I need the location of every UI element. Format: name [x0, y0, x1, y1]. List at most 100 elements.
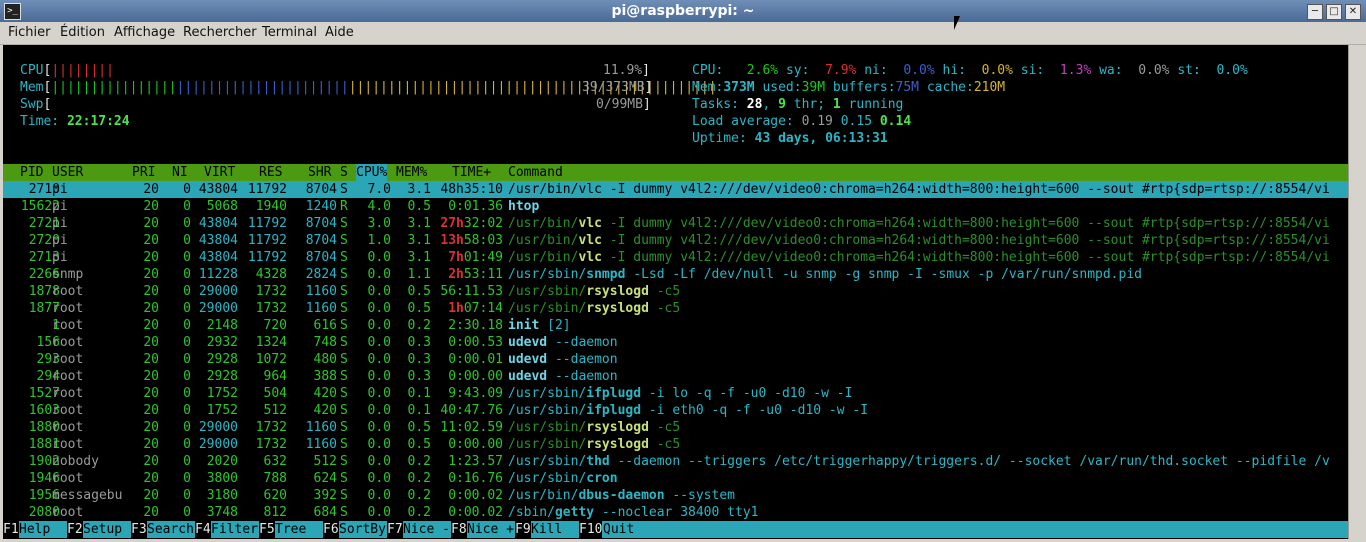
menu-terminal[interactable]: Terminal	[262, 25, 317, 40]
cell-user: root	[52, 318, 84, 333]
col-virt[interactable]: VIRT	[204, 164, 235, 181]
table-row[interactable]: 1946 root 20 0 3800 788 624 S 0.0 0.2 0:16.76/usr/…	[3, 470, 1348, 487]
cell-user: nobody	[52, 454, 99, 469]
table-row[interactable]: 15622 pi 20 0 5068 1940 1240 R 4.0 0.5 0:01.36 htop	[3, 198, 1348, 215]
cell-ni: 0	[183, 471, 191, 486]
table-row[interactable]: 293 root 20 0 2928 1072 480 S 0.0 0.3 0:00.01 udevd…	[3, 351, 1348, 368]
cell-pri: 20	[143, 301, 159, 316]
cell-res: 1940	[255, 199, 287, 214]
cell-cpu: 0.0	[367, 284, 391, 299]
col-state[interactable]: S	[340, 164, 348, 181]
menu-affichage[interactable]: Affichage	[114, 25, 175, 40]
cell-res: 788	[263, 471, 287, 486]
command-name: vlc	[578, 182, 602, 197]
minimize-button[interactable]: ─	[1307, 4, 1323, 20]
table-row[interactable]: 1527 root 20 0 1752 504 420 S 0.0 0.1 9:43.09/usr/…	[3, 385, 1348, 402]
f4-key[interactable]: F4	[195, 521, 211, 538]
maximize-button[interactable]: □	[1326, 4, 1342, 20]
close-button[interactable]: ✕	[1345, 4, 1361, 20]
command-name: cron	[586, 471, 618, 486]
terminal-area[interactable]: CPU[|||||||| 11.9%] Mem[||||||||||||||||…	[3, 45, 1348, 539]
menu-aide[interactable]: Aide	[325, 25, 354, 40]
table-row[interactable]: 2710 pi 20 0 43804 11792 8704 S 7.0 3.1 48h35:10/u…	[3, 181, 1348, 198]
cell-cpu: 0.0	[367, 335, 391, 350]
process-table-header: PID USER PRI NI VIRT RES SHR S CPU% MEM%…	[3, 164, 1348, 181]
cell-pri: 20	[143, 420, 159, 435]
filter-label[interactable]: Filter	[211, 521, 258, 538]
f9-key[interactable]: F9	[515, 521, 531, 538]
cell-cpu: 0.0	[367, 505, 391, 520]
col-shr[interactable]: SHR	[308, 164, 331, 181]
col-time[interactable]: TIME+	[452, 164, 491, 181]
table-row[interactable]: 1956 messagebu 20 0 3180 620 392 S 0.0 0.2 0:00.02…	[3, 487, 1348, 504]
f10-key[interactable]: F10	[579, 521, 603, 538]
search-label[interactable]: Search	[147, 521, 194, 538]
menu-fichier[interactable]: Fichier	[8, 25, 51, 40]
table-row[interactable]: 1 root 20 0 2148 720 616 S 0.0 0.2 2:30.18 init [2]	[3, 317, 1348, 334]
setup-label[interactable]: Setup	[83, 521, 130, 538]
col-command[interactable]: Command	[508, 164, 563, 181]
table-row[interactable]: 1877 root 20 0 29000 1732 1160 S 0.0 0.5 1h07:14/u…	[3, 300, 1348, 317]
cell-ni: 0	[183, 199, 191, 214]
cell-time: 1:23.57	[433, 453, 503, 470]
table-row[interactable]: 2713 pi 20 0 43804 11792 8704 S 0.0 3.1 7h01:49/us…	[3, 249, 1348, 266]
sortby-label[interactable]: SortBy	[339, 521, 386, 538]
col-user[interactable]: USER	[52, 164, 83, 181]
cell-s: S	[340, 250, 348, 265]
cell-mem: 0.5	[407, 420, 431, 435]
cell-cpu: 0.0	[367, 488, 391, 503]
cell-cpu: 3.0	[367, 216, 391, 231]
cell-s: R	[340, 199, 348, 214]
command-path: /usr/bin/	[508, 233, 579, 248]
table-row[interactable]: 1603 root 20 0 1752 512 420 S 0.0 0.1 40:47.76/usr…	[3, 402, 1348, 419]
cell-user: root	[52, 352, 84, 367]
table-row[interactable]: 156 root 20 0 2932 1324 748 S 0.0 0.3 0:00.53 udevd…	[3, 334, 1348, 351]
menu-edition[interactable]: Édition	[60, 25, 105, 40]
cell-res: 632	[263, 454, 287, 469]
kill-label[interactable]: Kill	[531, 521, 578, 538]
col-pri[interactable]: PRI	[132, 164, 155, 181]
table-row[interactable]: 1902 nobody 20 0 2020 632 512 S 0.0 0.2 1:23.57/us…	[3, 453, 1348, 470]
f2-key[interactable]: F2	[67, 521, 83, 538]
table-row[interactable]: 2080 root 20 0 3748 812 684 S 0.0 0.2 0:00.02/sbin…	[3, 504, 1348, 521]
f6-key[interactable]: F6	[323, 521, 339, 538]
terminal-scrollbar[interactable]	[1348, 45, 1365, 539]
tree-label[interactable]: Tree	[275, 521, 322, 538]
f5-key[interactable]: F5	[259, 521, 275, 538]
cell-s: S	[340, 454, 348, 469]
nice-minus-label[interactable]: Nice -	[403, 521, 450, 538]
cell-s: S	[340, 318, 348, 333]
menu-rechercher[interactable]: Rechercher	[183, 25, 257, 40]
cell-s: S	[340, 267, 348, 282]
col-cpu-sorted[interactable]: CPU%	[356, 164, 388, 181]
table-row[interactable]: 2720 pi 20 0 43804 11792 8704 S 1.0 3.1 13h58:03/u…	[3, 232, 1348, 249]
cell-virt: 5068	[206, 199, 238, 214]
col-res[interactable]: RES	[259, 164, 282, 181]
swap-meter: Swp[	[20, 97, 52, 112]
col-pid[interactable]: PID	[20, 164, 43, 181]
f7-key[interactable]: F7	[387, 521, 403, 538]
col-ni[interactable]: NI	[172, 164, 188, 181]
table-row[interactable]: 1880 root 20 0 29000 1732 1160 S 0.0 0.5 11:02.59/…	[3, 419, 1348, 436]
table-row[interactable]: 2721 pi 20 0 43804 11792 8704 S 3.0 3.1 27h32:02/u…	[3, 215, 1348, 232]
command-path: /usr/bin/	[508, 216, 579, 231]
f1-key[interactable]: F1	[3, 521, 19, 538]
cell-user: root	[52, 369, 84, 384]
command-args: -I dummy v4l2:///dev/video0:chroma=h264:…	[601, 233, 1330, 248]
table-row[interactable]: 294 root 20 0 2928 964 388 S 0.0 0.3 0:00.00 udevd …	[3, 368, 1348, 385]
quit-label[interactable]: Quit	[603, 521, 634, 538]
table-row[interactable]: 2266 snmp 20 0 11228 4328 2824 S 0.0 1.1 2h53:11/u…	[3, 266, 1348, 283]
f8-key[interactable]: F8	[451, 521, 467, 538]
cell-pri: 20	[143, 437, 159, 452]
table-row[interactable]: 1878 root 20 0 29000 1732 1160 S 0.0 0.5 56:11.53/…	[3, 283, 1348, 300]
nice-plus-label[interactable]: Nice +	[467, 521, 514, 538]
cell-time: 11:02.59	[433, 419, 503, 436]
command-name: udevd	[508, 335, 548, 350]
cell-time-value: 11:02.59	[440, 420, 503, 435]
col-mem[interactable]: MEM%	[396, 164, 427, 181]
table-row[interactable]: 1881 root 20 0 29000 1732 1160 S 0.0 0.5 0:00.00/u…	[3, 436, 1348, 453]
cell-shr: 8704	[305, 233, 337, 248]
cpu-meter-value: 11.9%]	[603, 63, 650, 78]
f3-key[interactable]: F3	[131, 521, 147, 538]
help-label[interactable]: Help	[19, 521, 66, 538]
